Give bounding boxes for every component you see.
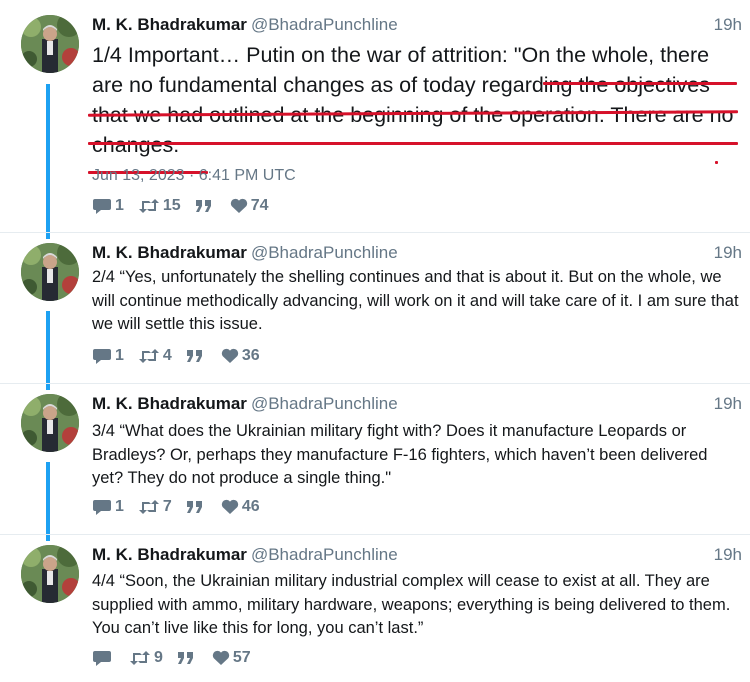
tweet-header: M. K. Bhadrakumar @BhadraPunchline xyxy=(92,243,398,263)
tweet-header: M. K. Bhadrakumar @BhadraPunchline xyxy=(92,15,398,35)
like-button[interactable]: 46 xyxy=(221,498,260,516)
heart-icon xyxy=(230,198,247,213)
avatar[interactable] xyxy=(21,545,79,603)
divider xyxy=(0,232,750,233)
reply-count: 1 xyxy=(115,197,124,214)
like-count: 46 xyxy=(241,498,260,515)
quote-button[interactable] xyxy=(186,349,207,363)
annotation-underline xyxy=(543,82,737,85)
tweet-time[interactable]: 19h xyxy=(714,545,742,565)
retweet-count: 9 xyxy=(154,649,163,666)
quote-icon xyxy=(186,350,202,362)
avatar[interactable] xyxy=(21,243,79,301)
reply-icon xyxy=(93,651,111,666)
heart-icon xyxy=(212,650,230,665)
author-name[interactable]: M. K. Bhadrakumar xyxy=(92,15,247,34)
heart-icon xyxy=(221,348,238,363)
tweet[interactable]: M. K. Bhadrakumar @BhadraPunchline 19h 3/… xyxy=(0,394,750,534)
tweet[interactable]: M. K. Bhadrakumar @BhadraPunchline 19h 1/… xyxy=(0,15,750,230)
author-handle[interactable]: @BhadraPunchline xyxy=(251,394,398,413)
tweet-header: M. K. Bhadrakumar @BhadraPunchline xyxy=(92,545,398,565)
retweet-count: 4 xyxy=(162,347,172,364)
tweet-header: M. K. Bhadrakumar @BhadraPunchline xyxy=(92,394,398,414)
quote-icon xyxy=(177,652,193,664)
annotation-dot xyxy=(715,161,718,164)
annotation-underline xyxy=(88,142,738,145)
reply-count: 1 xyxy=(115,347,124,364)
retweet-count: 15 xyxy=(162,197,181,214)
divider xyxy=(0,383,750,384)
like-button[interactable]: 57 xyxy=(212,649,251,667)
avatar[interactable] xyxy=(21,394,79,452)
tweet-actions: 1 7 46 xyxy=(92,496,274,518)
tweet-actions: 1 15 74 xyxy=(92,195,283,217)
avatar[interactable] xyxy=(21,15,79,73)
reply-button[interactable] xyxy=(92,649,115,667)
like-count: 36 xyxy=(241,347,260,364)
tweet[interactable]: M. K. Bhadrakumar @BhadraPunchline 19h 4/… xyxy=(0,545,750,680)
heart-icon xyxy=(221,499,238,514)
like-button[interactable]: 36 xyxy=(221,347,260,365)
tweet-time[interactable]: 19h xyxy=(714,394,742,414)
tweet-text: 4/4 “Soon, the Ukrainian military indust… xyxy=(92,572,731,637)
like-count: 57 xyxy=(232,649,251,666)
quote-icon xyxy=(186,501,202,513)
reply-button[interactable]: 1 xyxy=(92,347,124,365)
tweet-time[interactable]: 19h xyxy=(714,243,742,263)
retweet-icon xyxy=(138,349,159,363)
retweet-count: 7 xyxy=(162,498,172,515)
quote-button[interactable] xyxy=(177,651,198,665)
author-name[interactable]: M. K. Bhadrakumar xyxy=(92,394,247,413)
divider xyxy=(0,534,750,535)
retweet-icon xyxy=(138,500,159,514)
retweet-button[interactable]: 15 xyxy=(138,197,181,215)
tweet-date[interactable]: Jun 13, 2023 · 6:41 PM UTC xyxy=(92,167,296,185)
quote-button[interactable] xyxy=(195,199,216,213)
quote-icon xyxy=(195,200,211,212)
tweet[interactable]: M. K. Bhadrakumar @BhadraPunchline 19h 2/… xyxy=(0,243,750,383)
reply-button[interactable]: 1 xyxy=(92,197,124,215)
like-count: 74 xyxy=(250,197,269,214)
tweet-actions: 1 4 36 xyxy=(92,345,274,367)
tweet-text: 2/4 “Yes, unfortunately the shelling con… xyxy=(92,268,739,333)
reply-icon xyxy=(93,199,111,214)
reply-count: 1 xyxy=(115,498,124,515)
tweet-actions: 9 57 xyxy=(92,647,265,669)
author-handle[interactable]: @BhadraPunchline xyxy=(251,545,398,564)
tweet-text: 3/4 “What does the Ukrainian military fi… xyxy=(92,422,708,487)
tweet-time[interactable]: 19h xyxy=(714,15,742,35)
like-button[interactable]: 74 xyxy=(230,197,269,215)
quote-button[interactable] xyxy=(186,500,207,514)
retweet-icon xyxy=(130,651,150,665)
author-name[interactable]: M. K. Bhadrakumar xyxy=(92,243,247,262)
reply-button[interactable]: 1 xyxy=(92,498,124,516)
retweet-button[interactable]: 7 xyxy=(138,498,172,516)
retweet-button[interactable]: 4 xyxy=(138,347,172,365)
reply-icon xyxy=(93,500,111,515)
retweet-button[interactable]: 9 xyxy=(129,649,163,667)
author-handle[interactable]: @BhadraPunchline xyxy=(251,15,398,34)
reply-icon xyxy=(93,349,111,364)
author-name[interactable]: M. K. Bhadrakumar xyxy=(92,545,247,564)
retweet-icon xyxy=(138,199,159,213)
author-handle[interactable]: @BhadraPunchline xyxy=(251,243,398,262)
